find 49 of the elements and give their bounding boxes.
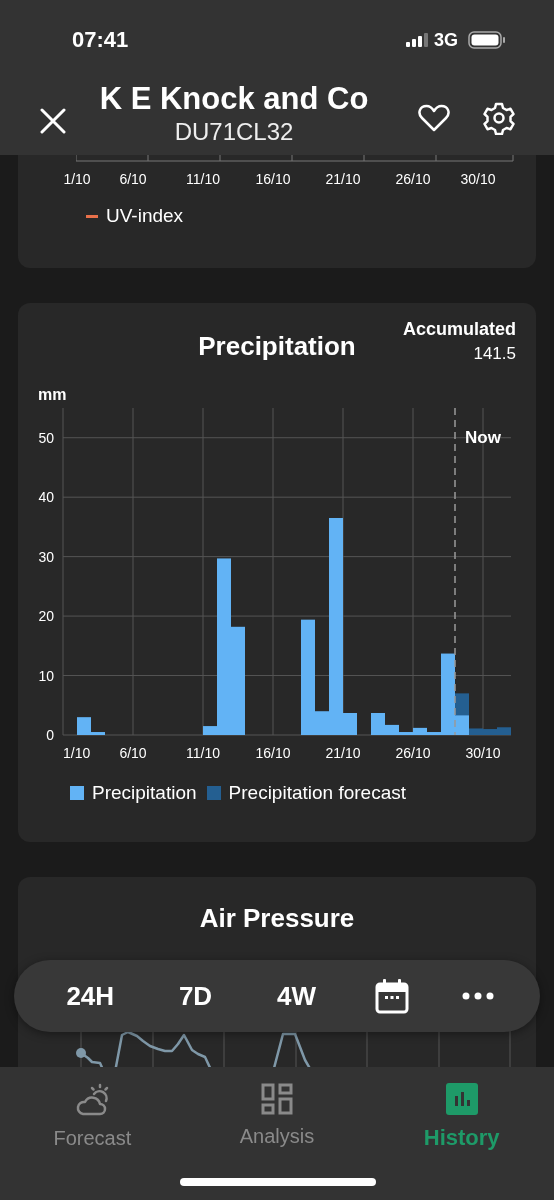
axis-label: 11/10 <box>186 171 220 187</box>
range-button[interactable]: 4W <box>270 976 322 1016</box>
nav-tab[interactable]: Analysis <box>184 1083 370 1151</box>
axis-label: 26/10 <box>395 171 431 187</box>
range-button[interactable]: 7D <box>172 976 219 1016</box>
bar-chart-icon <box>445 1083 478 1115</box>
cloud-sun-icon <box>74 1083 111 1117</box>
axis-label: 40 <box>38 489 54 506</box>
signal-icon <box>406 33 428 47</box>
more-icon[interactable] <box>461 992 494 1000</box>
axis-label: 1/10 <box>63 745 91 761</box>
calendar-icon[interactable] <box>374 978 409 1014</box>
axis-title: mm <box>38 386 67 403</box>
axis-label: 16/10 <box>255 171 291 187</box>
axis-label: 6/10 <box>119 745 147 761</box>
axis-label: 20 <box>38 608 54 625</box>
close-icon[interactable] <box>40 107 66 134</box>
axis-label: 30 <box>38 548 54 565</box>
legend-label: Precipitation <box>92 782 197 804</box>
axis-label: 21/10 <box>325 171 361 187</box>
dashboard-icon <box>261 1083 293 1115</box>
axis-label: 6/10 <box>119 171 147 187</box>
axis-label: 11/10 <box>186 745 220 761</box>
axis-label: 10 <box>38 667 54 684</box>
nav-tab[interactable]: Forecast <box>0 1083 185 1151</box>
axis-label: 50 <box>38 429 54 446</box>
status-time: 07:41 <box>72 27 129 53</box>
axis-label: 0 <box>46 727 54 743</box>
range-button[interactable]: 24H <box>60 976 121 1016</box>
axis-label: 1/10 <box>63 171 91 187</box>
settings-icon[interactable] <box>482 100 516 135</box>
axis-label: 30/10 <box>460 171 496 187</box>
legend-label: Precipitation forecast <box>228 782 406 804</box>
station-id: DU71CL32 <box>174 116 294 147</box>
axis-label: 30/10 <box>465 745 501 761</box>
station-title: K E Knock and Co <box>99 80 369 117</box>
accumulated-label: Accumulated <box>402 319 516 340</box>
battery-icon <box>468 31 506 49</box>
accumulated-value: 141.5 <box>473 344 516 364</box>
now-label: Now <box>465 427 501 447</box>
axis-label: 21/10 <box>325 745 361 761</box>
card-title: Air Pressure <box>198 902 356 935</box>
card-title: Precipitation <box>198 331 356 362</box>
network-label: 3G <box>434 29 458 51</box>
heart-icon[interactable] <box>418 103 450 132</box>
axis-label: 26/10 <box>395 745 431 761</box>
legend-label: UV-index <box>106 205 184 227</box>
axis-label: 16/10 <box>255 745 291 761</box>
nav-tab[interactable]: History <box>369 1083 554 1151</box>
